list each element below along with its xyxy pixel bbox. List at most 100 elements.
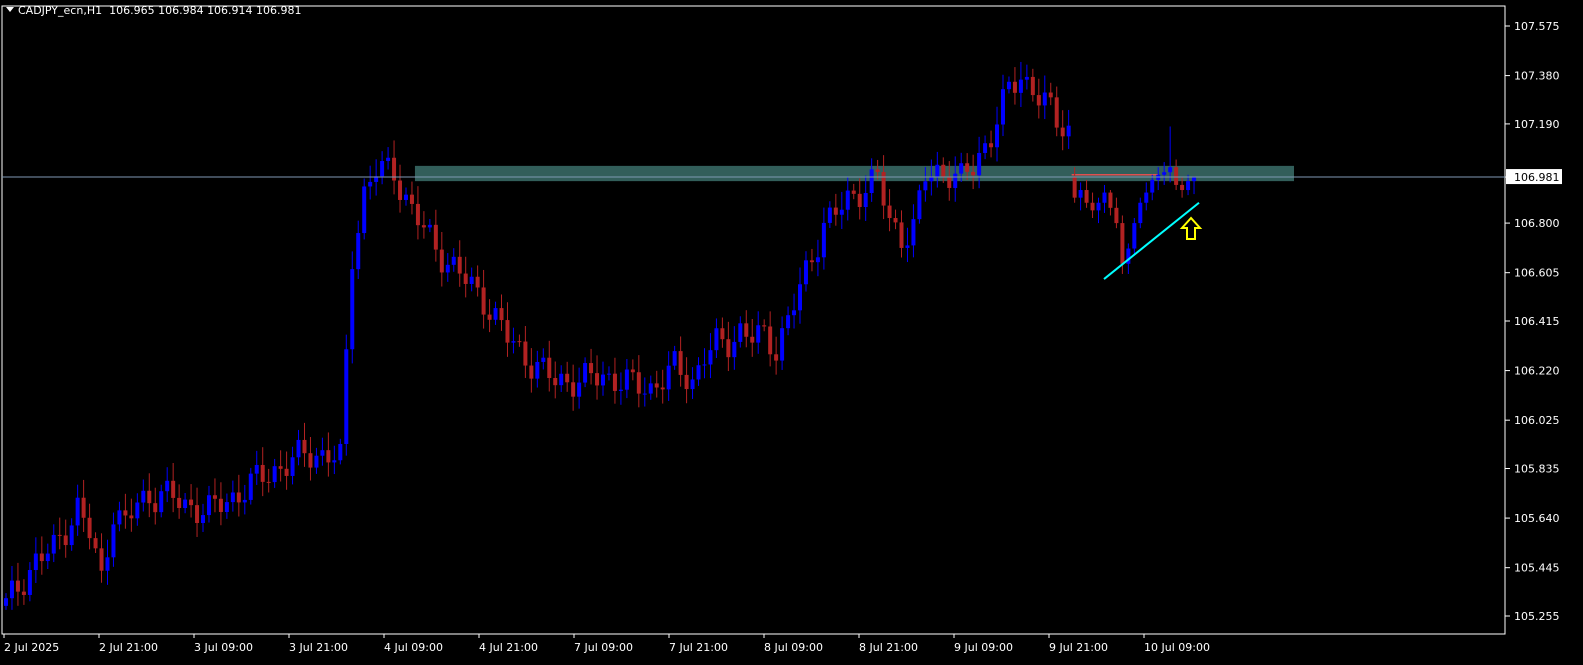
candle bbox=[511, 327, 516, 354]
candle bbox=[559, 365, 564, 392]
candle bbox=[272, 458, 277, 488]
candle-body bbox=[899, 222, 904, 248]
y-tick-label: 107.575 bbox=[1514, 20, 1560, 33]
candle-body bbox=[266, 481, 271, 483]
candle-body bbox=[242, 499, 247, 503]
candle bbox=[529, 348, 534, 393]
x-tick-label: 4 Jul 09:00 bbox=[384, 641, 443, 654]
x-tick-label: 3 Jul 21:00 bbox=[289, 641, 348, 654]
candle bbox=[4, 593, 8, 610]
candle-body bbox=[147, 490, 152, 504]
candle-body bbox=[780, 328, 785, 361]
candle bbox=[206, 485, 211, 523]
candle bbox=[541, 348, 546, 370]
candlestick-chart[interactable]: 107.575 107.380 107.190 106.981 106.800 106.6… bbox=[0, 0, 1583, 665]
candle bbox=[642, 377, 647, 407]
candle bbox=[696, 357, 701, 386]
candle-body bbox=[690, 379, 695, 390]
candle-body bbox=[750, 336, 755, 343]
candle bbox=[111, 512, 116, 567]
candle-body bbox=[141, 490, 146, 503]
candle-body bbox=[529, 365, 534, 379]
candle bbox=[165, 467, 170, 503]
candle-body bbox=[1048, 92, 1053, 98]
candle-body bbox=[815, 257, 820, 263]
candle bbox=[57, 517, 62, 550]
candle bbox=[141, 479, 146, 512]
candle bbox=[362, 178, 367, 240]
candle-body bbox=[314, 455, 319, 468]
candle bbox=[1024, 64, 1029, 90]
candle-body bbox=[409, 194, 414, 204]
candle bbox=[1084, 179, 1089, 208]
candle bbox=[595, 355, 600, 400]
candle bbox=[1060, 110, 1065, 151]
x-tick-label: 2 Jul 2025 bbox=[4, 641, 59, 654]
x-tick-label: 7 Jul 21:00 bbox=[669, 641, 728, 654]
candle bbox=[726, 321, 731, 372]
candle bbox=[189, 484, 194, 518]
candle bbox=[792, 293, 797, 329]
candle bbox=[1132, 218, 1137, 254]
candle bbox=[33, 537, 38, 583]
candle bbox=[1108, 190, 1113, 216]
candle bbox=[517, 334, 522, 347]
candle-body bbox=[1036, 95, 1041, 106]
plot-frame bbox=[1, 5, 1506, 635]
candle-body bbox=[989, 143, 994, 148]
x-tick-label: 2 Jul 21:00 bbox=[99, 641, 158, 654]
candle bbox=[439, 231, 444, 287]
candle-body bbox=[1120, 223, 1125, 264]
candle-body bbox=[4, 598, 8, 606]
candle bbox=[475, 265, 480, 297]
candle bbox=[183, 493, 188, 514]
candle-body bbox=[595, 373, 600, 386]
candle-body bbox=[583, 363, 588, 383]
candle-body bbox=[439, 249, 444, 273]
candle-body bbox=[845, 190, 850, 210]
candle bbox=[105, 539, 110, 585]
candle bbox=[815, 239, 820, 277]
candle bbox=[314, 447, 319, 474]
current-price-label: 106.981 bbox=[1514, 171, 1560, 184]
candle bbox=[1102, 184, 1107, 213]
candle-body bbox=[1084, 190, 1089, 203]
candle bbox=[1036, 78, 1041, 119]
candle-body bbox=[105, 557, 110, 571]
candle-body bbox=[171, 480, 176, 498]
candle bbox=[129, 498, 134, 532]
candle-body bbox=[696, 365, 701, 380]
candle bbox=[69, 518, 74, 551]
candle bbox=[266, 468, 271, 493]
candle bbox=[845, 177, 850, 221]
candle bbox=[1114, 197, 1119, 229]
candle-body bbox=[117, 510, 122, 525]
candle bbox=[499, 294, 504, 331]
candle-body bbox=[99, 548, 104, 571]
y-tick-label: 105.835 bbox=[1514, 463, 1560, 476]
candle-body bbox=[535, 361, 540, 379]
candle-body bbox=[678, 351, 683, 375]
candle-body bbox=[1150, 179, 1155, 193]
candle-body bbox=[809, 260, 814, 263]
candle-body bbox=[350, 269, 355, 350]
candle bbox=[821, 207, 826, 270]
candle bbox=[851, 183, 856, 200]
candle bbox=[284, 451, 289, 490]
candle-body bbox=[236, 492, 241, 503]
y-tick-label: 105.445 bbox=[1514, 562, 1560, 575]
candle bbox=[296, 429, 301, 466]
candle bbox=[756, 311, 761, 354]
candle-body bbox=[344, 349, 349, 444]
candle-body bbox=[69, 525, 74, 546]
candle-body bbox=[451, 256, 456, 265]
candle-body bbox=[618, 389, 623, 391]
candle bbox=[1138, 197, 1143, 229]
y-tick-label: 105.640 bbox=[1514, 512, 1560, 525]
candle-body bbox=[720, 328, 725, 340]
candle bbox=[159, 484, 164, 518]
candle-body bbox=[254, 464, 259, 474]
candle-body bbox=[1192, 177, 1197, 182]
candle-body bbox=[111, 524, 116, 558]
candle-body bbox=[1174, 167, 1179, 185]
